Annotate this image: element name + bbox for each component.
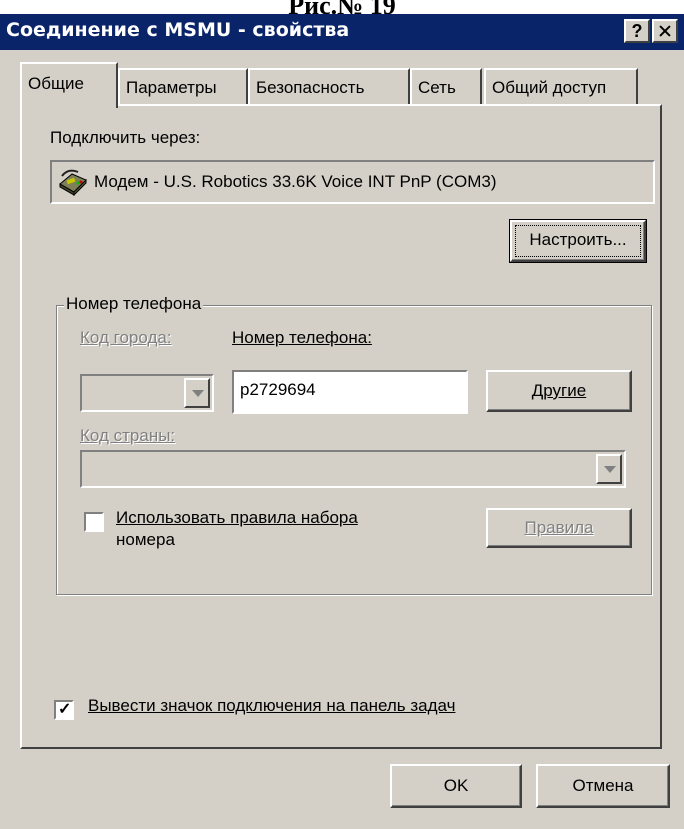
- area-code-select[interactable]: [80, 374, 214, 412]
- device-name: Модем - U.S. Robotics 33.6K Voice INT Pn…: [94, 172, 497, 191]
- area-code-label: Код города:: [80, 328, 172, 347]
- tab-security[interactable]: Безопасность: [248, 68, 410, 104]
- cancel-button[interactable]: Отмена: [536, 764, 670, 808]
- rules-button[interactable]: Правила: [486, 508, 632, 548]
- dialing-rules-label-2: номера: [116, 530, 175, 549]
- configure-button[interactable]: Настроить...: [509, 219, 647, 263]
- device-field: Модем - U.S. Robotics 33.6K Voice INT Pn…: [50, 160, 655, 204]
- connect-via-label: Подключить через:: [50, 128, 201, 147]
- properties-dialog: Соединение с MSMU - свойства ? Общие Пар…: [0, 14, 684, 829]
- phone-number-label: Номер телефона:: [232, 328, 372, 347]
- tab-sharing[interactable]: Общий доступ: [484, 68, 638, 104]
- taskbar-icon-checkbox[interactable]: ✓: [54, 700, 74, 720]
- title-bar[interactable]: Соединение с MSMU - свойства ?: [0, 14, 684, 50]
- help-button[interactable]: ?: [624, 19, 650, 43]
- chevron-down-icon[interactable]: [596, 454, 622, 484]
- others-button[interactable]: Другие: [486, 370, 632, 412]
- phone-number-input[interactable]: p2729694: [232, 370, 468, 414]
- close-icon[interactable]: [652, 19, 678, 43]
- tab-parameters[interactable]: Параметры: [118, 68, 248, 104]
- figure-caption: Рис.№ 19: [0, 0, 684, 14]
- dialing-rules-label-1: Использовать правила набора: [116, 508, 358, 527]
- checkmark-icon: ✓: [58, 701, 72, 718]
- country-code-label: Код страны:: [80, 426, 176, 445]
- phone-group-title: Номер телефона: [64, 294, 204, 314]
- ok-button[interactable]: OK: [390, 764, 522, 808]
- dialing-rules-checkbox[interactable]: [84, 512, 104, 532]
- country-code-select[interactable]: [80, 450, 626, 488]
- taskbar-icon-label: Вывести значок подключения на панель зад…: [88, 696, 456, 715]
- tab-network[interactable]: Сеть: [410, 68, 482, 104]
- tab-general[interactable]: Общие: [20, 62, 118, 108]
- chevron-down-icon[interactable]: [184, 378, 210, 408]
- modem-icon: [59, 169, 87, 196]
- window-title: Соединение с MSMU - свойства: [6, 19, 350, 41]
